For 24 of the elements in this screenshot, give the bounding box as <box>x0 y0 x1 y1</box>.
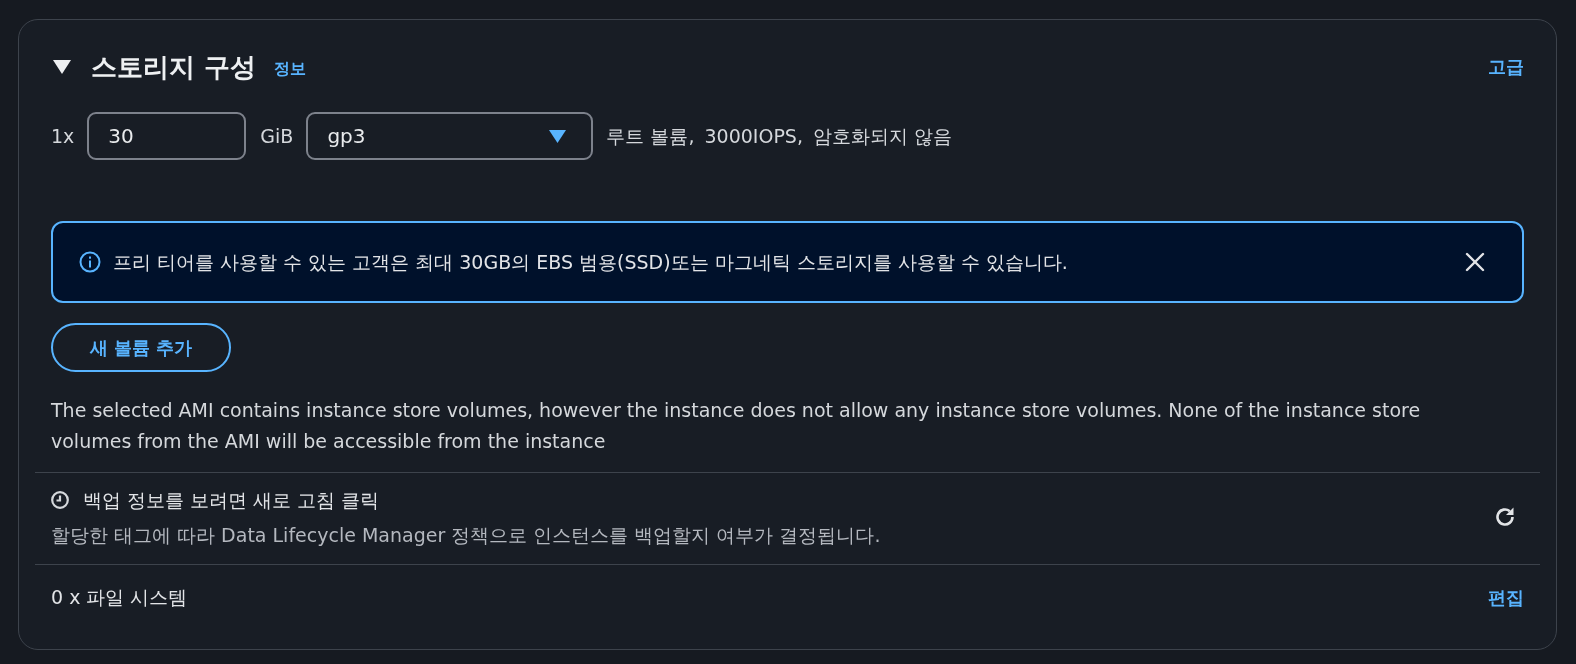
info-icon <box>79 251 101 273</box>
dropdown-caret-icon <box>549 129 567 143</box>
volume-detail: 암호화되지 않음 <box>812 123 952 149</box>
backup-description: 할당한 태그에 따라 Data Lifecycle Manager 정책으로 인스턴스를 백업할지 여부가 결정됩니다. <box>51 523 881 547</box>
size-unit: GiB <box>260 123 294 149</box>
close-button[interactable] <box>1464 251 1486 273</box>
volume-detail: 루트 볼륨, <box>606 123 695 149</box>
volume-type-select[interactable]: gp3 <box>306 112 594 160</box>
info-link[interactable]: 정보 <box>274 59 307 79</box>
clock-icon <box>51 491 69 509</box>
volume-count: 1x <box>51 123 75 149</box>
close-icon <box>1465 252 1485 272</box>
refresh-icon <box>1493 505 1517 529</box>
section-title: 스토리지 구성 <box>91 51 257 84</box>
edit-link[interactable]: 편집 <box>1488 583 1524 611</box>
advanced-link[interactable]: 고급 <box>1488 55 1524 79</box>
instance-store-notice: The selected AMI contains instance store volumes, however the instance does not allow any instance store volumes. None of the instance store volumes from the AMI will be accessible from the instance <box>51 398 1422 454</box>
caret-icon <box>52 59 72 75</box>
volume-detail: 3000IOPS, <box>704 123 803 149</box>
volume-size-field[interactable]: 30 <box>87 112 247 160</box>
add-volume-button[interactable]: 새 볼륨 추가 <box>51 323 231 372</box>
backup-title: 백업 정보를 보려면 새로 고침 클릭 <box>83 488 380 513</box>
alert-message: 프리 티어를 사용할 수 있는 고객은 최대 30GB의 EBS 범용(SSD)또는 마그네틱 스토리지를 사용할 수 있습니다. <box>113 249 1069 275</box>
file-systems-label: 0 x 파일 시스템 <box>51 584 188 610</box>
